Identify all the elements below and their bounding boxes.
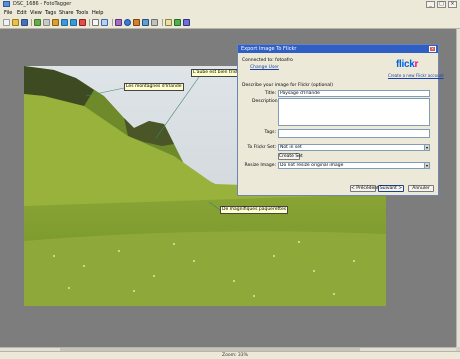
menubar: File Edit View Tags Share Tools Help [0,9,460,17]
upload-icon[interactable] [142,19,149,26]
previous-button[interactable]: < Précédent [350,185,379,192]
menu-edit[interactable]: Edit [17,10,27,16]
resize-label: Resize Image: [244,163,276,168]
vertical-scrollbar[interactable] [456,29,460,347]
chevron-down-icon[interactable]: ▾ [424,163,429,168]
email-icon[interactable] [133,19,140,26]
save-icon[interactable] [21,19,28,26]
maximize-button[interactable]: □ [437,1,446,8]
menu-help[interactable]: Help [92,10,103,16]
info-icon[interactable] [183,19,190,26]
create-set-button[interactable]: Create Set [278,153,303,160]
menu-share[interactable]: Share [59,10,73,16]
resize-select[interactable]: Do not resize original image ▾ [278,162,430,169]
change-user-link[interactable]: Change User [250,65,279,70]
favorite-icon[interactable] [174,19,181,26]
create-account-link[interactable]: Create a new Flickr account [388,73,444,78]
title-input[interactable]: Paysage d'Irlande [278,90,430,97]
description-textarea[interactable] [278,98,430,126]
flickr-set-value: Not in set [280,145,302,150]
toolbar [0,17,460,29]
app-icon [3,1,10,7]
photo-note-mountains[interactable]: Les montagnes d'Irlande [124,83,184,91]
flickr-set-select[interactable]: Not in set ▾ [278,144,430,151]
chevron-down-icon[interactable]: ▾ [424,145,429,150]
menu-file[interactable]: File [4,10,12,16]
settings-icon[interactable] [151,19,158,26]
rotate-left-icon[interactable] [61,19,68,26]
title-label: Title: [264,91,276,96]
menu-view[interactable]: View [30,10,42,16]
description-label: Description: [252,99,280,104]
close-window-button[interactable]: × [448,1,457,8]
delete-icon[interactable] [79,19,86,26]
help-icon[interactable] [165,19,172,26]
zoom-icon[interactable] [101,19,108,26]
export-flickr-dialog: Export Image To Flickr × Connected to: f… [237,44,444,196]
tags-label: Tags: [264,130,276,135]
print-icon[interactable] [43,19,50,26]
window-title: DSC_1686 - FotoTagger [13,1,72,7]
next-button[interactable]: Suivant > [378,185,404,192]
rotate-right-icon[interactable] [70,19,77,26]
menu-tags[interactable]: Tags [45,10,56,16]
open-folder-icon[interactable] [12,19,19,26]
dialog-close-icon[interactable]: × [429,46,436,52]
menu-tools[interactable]: Tools [76,10,88,16]
toolbar-separator [89,19,90,26]
dialog-titlebar: Export Image To Flickr × [238,45,438,53]
new-icon[interactable] [3,19,10,26]
statusbar: Zoom: 33% [0,351,460,359]
connected-label: Connected to: fotoafro [242,58,293,63]
share-icon[interactable] [115,19,122,26]
dialog-title: Export Image To Flickr [241,46,297,52]
note-icon[interactable] [92,19,99,26]
toolbar-separator [162,19,163,26]
cancel-button[interactable]: Annuler [408,185,434,192]
toolbar-separator [31,19,32,26]
describe-label: Describe your image for Flickr (optional… [242,83,334,88]
resize-value: Do not resize original image [280,163,344,168]
toolbar-separator [112,19,113,26]
tags-input[interactable] [278,129,430,138]
image-icon[interactable] [34,19,41,26]
zoom-level: Zoom: 33% [222,353,248,358]
globe-icon[interactable] [124,19,131,26]
tag-icon[interactable] [52,19,59,26]
minimize-button[interactable]: _ [426,1,435,8]
flickr-logo: flickr [396,59,419,70]
photo-note-daisies[interactable]: De magnifiques paquerettes [220,206,289,214]
set-label: To Flickr Set: [247,145,276,150]
photo-note-dawn[interactable]: L'aube est bien triste [191,69,243,77]
